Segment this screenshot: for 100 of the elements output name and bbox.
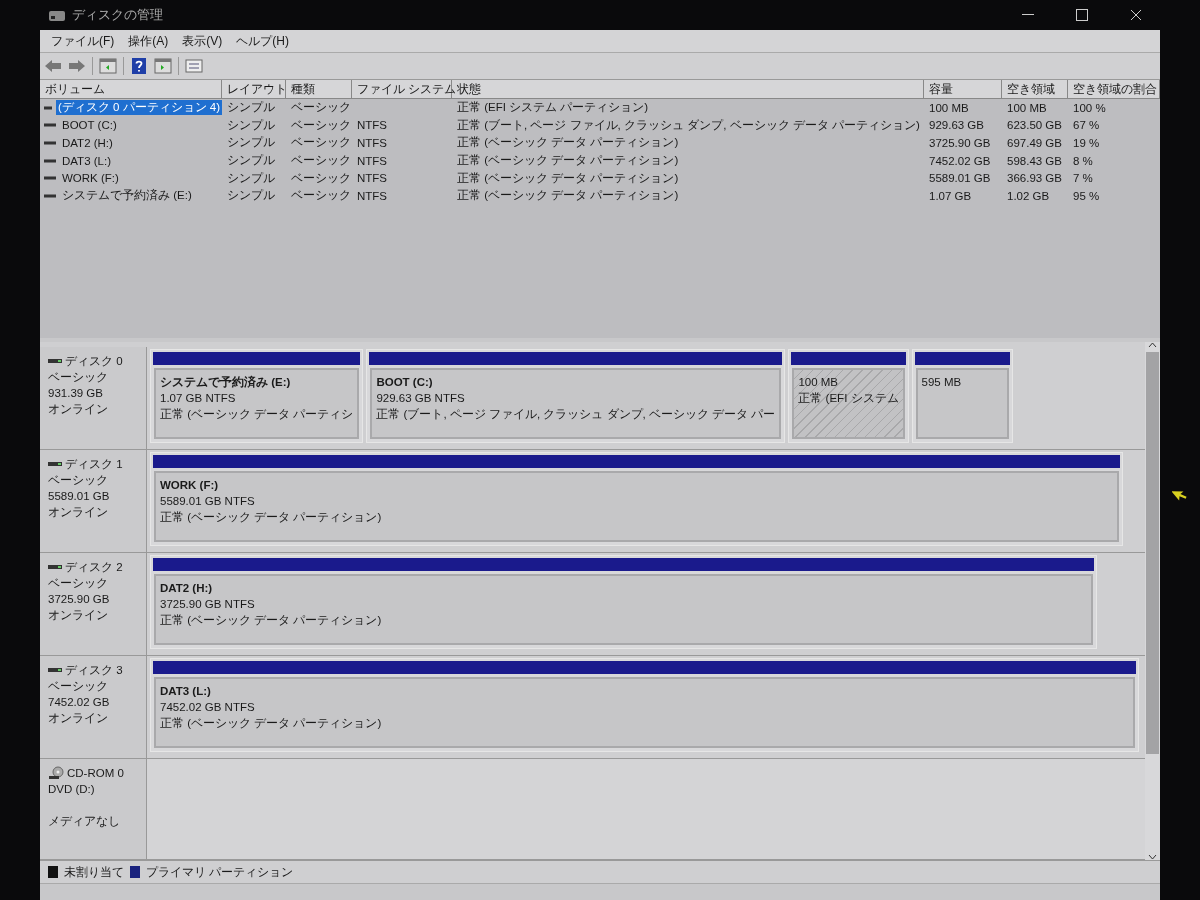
disk-size: 5589.01 GB xyxy=(48,489,111,504)
partition-size: 100 MB xyxy=(798,375,839,390)
menu-item[interactable]: 表示(V) xyxy=(175,32,230,50)
table-cell-text: 100 MB xyxy=(928,101,969,114)
menu-item[interactable]: 操作(A) xyxy=(121,32,176,50)
volume-name[interactable]: BOOT (C:) xyxy=(60,119,119,132)
table-cell-text: NTFS xyxy=(356,154,388,167)
disk-name: CD-ROM 0 xyxy=(67,766,124,781)
disk-type: ベーシック xyxy=(48,576,109,591)
table-cell-text: 正常 (ベーシック データ パーティション) xyxy=(456,188,679,204)
menu-item[interactable]: ファイル(F) xyxy=(44,32,122,50)
disk-type: ベーシック xyxy=(48,473,109,488)
partition-status: 正常 (ベーシック データ パーティション) xyxy=(160,716,382,731)
table-cell-text: 697.49 GB xyxy=(1006,137,1062,149)
close-icon[interactable] xyxy=(1130,9,1142,21)
volume-name[interactable]: システムで予約済み (E:) xyxy=(60,188,194,204)
disk-type: DVD (D:) xyxy=(48,782,96,797)
column-header[interactable]: ボリューム xyxy=(40,80,222,98)
disk-type: ベーシック xyxy=(48,679,109,694)
scroll-down-icon[interactable] xyxy=(1148,854,1157,860)
table-cell-text: 3725.90 GB xyxy=(928,137,991,149)
table-cell-text: 正常 (ブート, ページ ファイル, クラッシュ ダンプ, ベーシック データ パーティション) xyxy=(456,117,920,133)
column-header[interactable]: レイアウト xyxy=(222,80,286,98)
column-header[interactable]: 容量 xyxy=(924,80,1002,98)
legend-label: プライマリ パーティション xyxy=(146,865,294,880)
table-cell-text: 100 % xyxy=(1072,101,1106,114)
maximize-icon[interactable] xyxy=(1076,9,1088,21)
table-cell-text: 正常 (ベーシック データ パーティション) xyxy=(456,170,679,186)
table-cell-text: 正常 (EFI システム パーティション) xyxy=(456,100,649,116)
volume-icon xyxy=(44,141,56,145)
column-header[interactable]: 空き領域の割合 xyxy=(1068,80,1160,98)
partition[interactable]: システムで予約済み (E:) 1.07 GB NTFS 正常 (ベーシック データ パーティシ xyxy=(150,349,364,443)
disk-name: ディスク 2 xyxy=(65,560,123,575)
table-cell-text: 1.07 GB xyxy=(928,189,972,202)
volume-icon xyxy=(44,105,52,110)
table-cell-text: ベーシック xyxy=(290,153,351,169)
partition-name: BOOT (C:) xyxy=(376,375,433,390)
legend-label: 未割り当て xyxy=(64,865,124,880)
table-cell-text: 598.43 GB xyxy=(1006,154,1062,167)
table-cell-text: 929.63 GB xyxy=(928,119,984,132)
volume-name[interactable]: DAT3 (L:) xyxy=(60,154,113,167)
partition-size: 5589.01 GB NTFS xyxy=(160,494,255,509)
scrollbar-thumb[interactable] xyxy=(1146,352,1159,754)
table-cell-text: 5589.01 GB xyxy=(928,172,991,185)
table-cell-text: NTFS xyxy=(356,119,388,132)
volume-icon xyxy=(44,158,56,163)
table-cell-text: 623.50 GB xyxy=(1006,119,1062,132)
volume-name[interactable]: (ディスク 0 パーティション 4) xyxy=(55,100,222,116)
table-cell-text: 67 % xyxy=(1072,119,1100,132)
column-header[interactable]: 種類 xyxy=(286,80,352,98)
partition[interactable]: 100 MB 正常 (EFI システム xyxy=(788,349,909,443)
partition[interactable]: 595 MB xyxy=(911,349,1013,443)
partition[interactable]: DAT3 (L:) 7452.02 GB NTFS 正常 (ベーシック データ パーティション) xyxy=(150,658,1139,752)
table-cell-text: シンプル xyxy=(226,100,275,116)
partition-name: WORK (F:) xyxy=(160,478,219,493)
partition-size: 3725.90 GB NTFS xyxy=(160,597,255,612)
forward-icon[interactable] xyxy=(68,58,86,74)
volume-name[interactable]: WORK (F:) xyxy=(60,172,121,185)
partition-name: DAT3 (L:) xyxy=(160,684,211,699)
table-cell-text: 100 MB xyxy=(1006,101,1047,114)
table-cell-text: ベーシック xyxy=(290,117,351,133)
partition-status: 正常 (ベーシック データ パーティション) xyxy=(160,510,382,525)
partition-size: 1.07 GB NTFS xyxy=(160,391,236,406)
partition[interactable]: BOOT (C:) 929.63 GB NTFS 正常 (ブート, ページ ファイル, クラッシュ ダンプ, ベーシック データ パー xyxy=(366,349,786,443)
partition-size: 595 MB xyxy=(921,375,962,390)
table-cell-text: 7452.02 GB xyxy=(928,154,991,167)
partition[interactable]: WORK (F:) 5589.01 GB NTFS 正常 (ベーシック データ パーティション) xyxy=(150,452,1124,546)
help-icon[interactable] xyxy=(130,58,148,74)
table-cell-text: 19 % xyxy=(1072,137,1100,149)
table-cell-text: 366.93 GB xyxy=(1006,172,1062,185)
disk-status: オンライン xyxy=(48,608,109,623)
scroll-up-icon[interactable] xyxy=(1148,342,1157,348)
table-cell-text: ベーシック xyxy=(290,100,351,116)
table-cell-text: 正常 (ベーシック データ パーティション) xyxy=(456,153,679,169)
disk-name: ディスク 3 xyxy=(65,663,123,678)
partition-status: 正常 (ベーシック データ パーティション) xyxy=(160,613,382,628)
volume-name[interactable]: DAT2 (H:) xyxy=(60,137,115,149)
minimize-icon[interactable] xyxy=(1022,14,1034,16)
panel-icon[interactable] xyxy=(154,58,172,74)
table-cell-text: 7 % xyxy=(1072,172,1093,185)
partition-size: 7452.02 GB NTFS xyxy=(160,700,255,715)
table-cell-text: ベーシック xyxy=(290,188,351,204)
table-cell-text: NTFS xyxy=(356,189,388,202)
menu-item[interactable]: ヘルプ(H) xyxy=(229,32,296,50)
panel-icon[interactable] xyxy=(99,58,117,74)
disk-name: ディスク 1 xyxy=(65,457,123,472)
back-icon[interactable] xyxy=(44,58,62,74)
disk-management-icon xyxy=(48,8,66,22)
column-header[interactable]: 空き領域 xyxy=(1002,80,1068,98)
disk-size: 7452.02 GB xyxy=(48,695,111,710)
cd-drive-icon xyxy=(48,766,64,780)
partition[interactable]: DAT2 (H:) 3725.90 GB NTFS 正常 (ベーシック データ パーティション) xyxy=(150,555,1098,649)
partition-name: システムで予約済み (E:) xyxy=(160,374,291,390)
partition-size: 929.63 GB NTFS xyxy=(376,391,465,406)
disk-status: オンライン xyxy=(48,402,109,417)
table-cell-text: 8 % xyxy=(1072,154,1093,167)
table-cell-text: 1.02 GB xyxy=(1006,189,1050,202)
disk-status: メディアなし xyxy=(48,814,121,829)
volume-icon xyxy=(44,176,56,181)
disk-size: 931.39 GB xyxy=(48,386,104,401)
